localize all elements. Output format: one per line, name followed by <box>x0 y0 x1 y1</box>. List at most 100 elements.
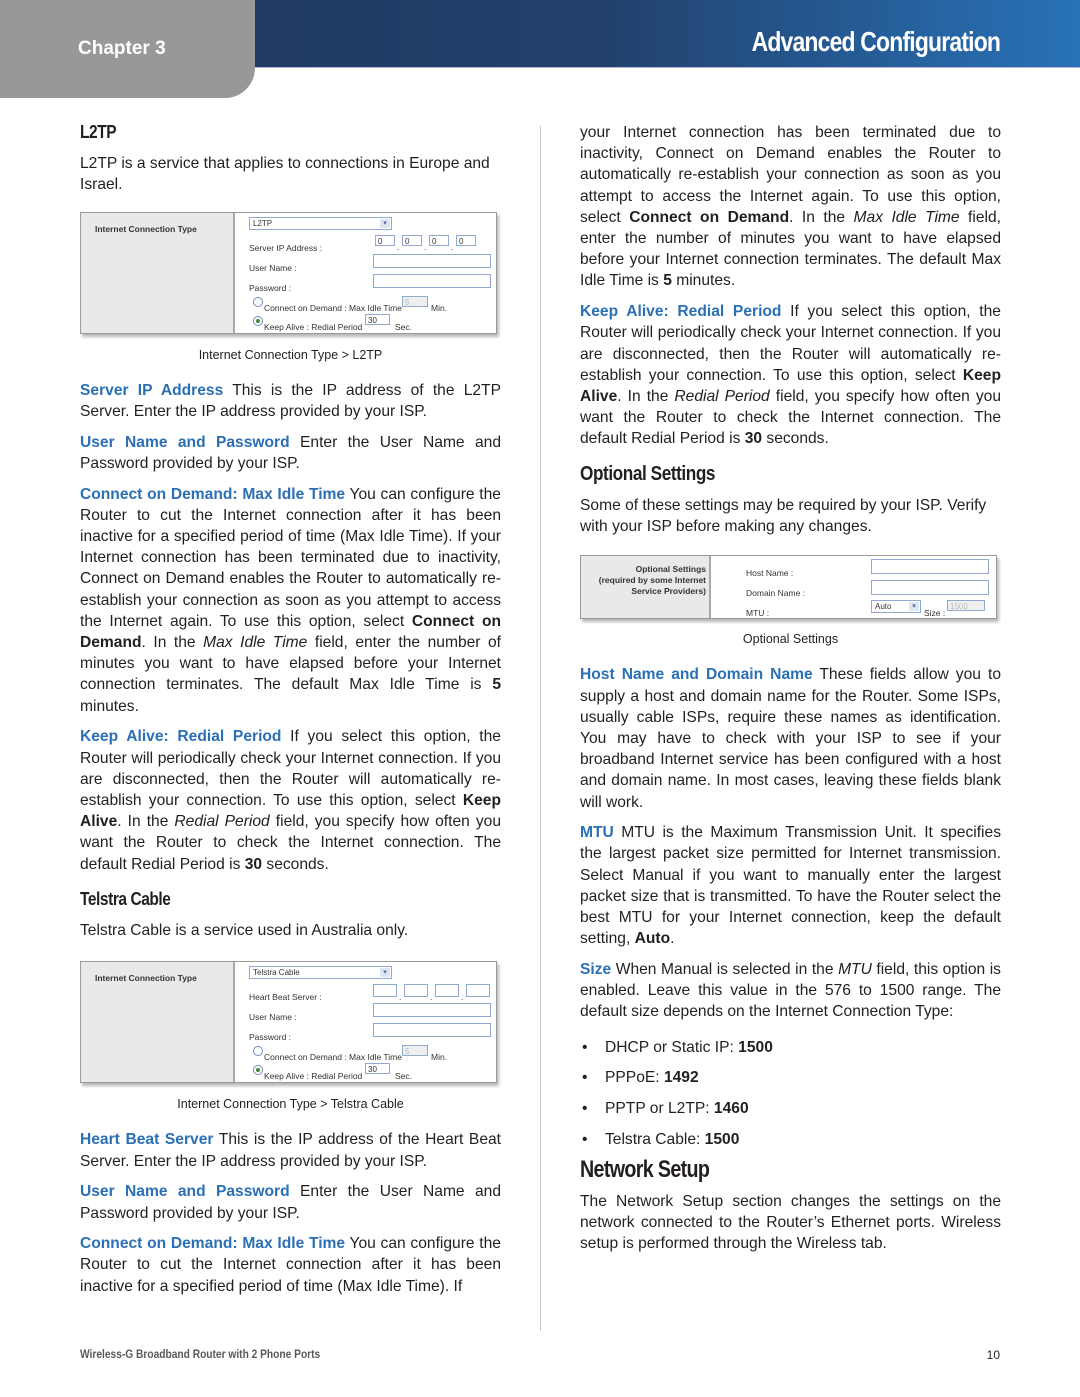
term: Host Name and Domain Name <box>580 666 813 684</box>
list-item: PPTP or L2TP: 1460 <box>580 1098 1001 1119</box>
text: MTU is the Maximum Transmission Unit. It… <box>580 824 1001 948</box>
term: User Name and Password <box>80 1183 290 1201</box>
text: PPTP or L2TP: <box>605 1100 714 1118</box>
list-item: DHCP or Static IP: 1500 <box>580 1037 1001 1058</box>
term: Server IP Address <box>80 381 224 399</box>
ip-octet-4[interactable] <box>466 984 490 998</box>
term: Keep Alive: Redial Period <box>580 303 782 321</box>
radio-connect-on-demand[interactable] <box>253 296 263 307</box>
section-label: Internet Connection Type <box>95 973 197 984</box>
italic-text: Redial Period <box>174 813 270 831</box>
select-value: L2TP <box>253 218 273 228</box>
section-heading-l2tp: L2TP <box>80 122 117 142</box>
chevron-down-icon: ▾ <box>380 218 390 228</box>
right-column: your Internet connection has been termin… <box>580 122 1001 1264</box>
section-label: Internet Connection Type <box>95 223 197 234</box>
ip-octet-2[interactable] <box>404 984 428 998</box>
password-input[interactable] <box>373 273 491 288</box>
keep-alive-label: Keep Alive : Redial Period <box>264 1071 363 1082</box>
term: Keep Alive: Redial Period <box>80 728 282 746</box>
mtu-size-list: DHCP or Static IP: 1500 PPPoE: 1492 PPTP… <box>580 1037 1001 1151</box>
select-value: Auto <box>875 602 892 612</box>
paragraph-user-name: User Name and Password Enter the User Na… <box>80 1181 501 1223</box>
heart-beat-server-label: Heart Beat Server : <box>249 992 322 1003</box>
bold-text: 1492 <box>663 1069 699 1087</box>
screenshot-l2tp: Internet Connection Type L2TP ▾ Server I… <box>80 211 497 334</box>
section-label: Service Providers) <box>631 586 706 597</box>
ip-octet-4[interactable]: 0 <box>456 234 476 246</box>
password-label: Password : <box>249 282 292 293</box>
radio-connect-on-demand[interactable] <box>253 1046 263 1057</box>
paragraph-heart-beat: Heart Beat Server This is the IP address… <box>80 1129 501 1171</box>
sec-unit: Sec. <box>395 1071 413 1082</box>
bold-text: 30 <box>744 430 763 448</box>
text: . In the <box>141 634 204 652</box>
bold-text: 1460 <box>713 1100 749 1118</box>
bold-text: 1500 <box>738 1038 773 1056</box>
section-heading-network-setup: Network Setup <box>580 1156 710 1184</box>
connection-type-select[interactable]: Telstra Cable ▾ <box>249 966 392 980</box>
password-input[interactable] <box>373 1023 491 1038</box>
redial-period-input[interactable]: 30 <box>365 1063 390 1075</box>
text: minutes. <box>671 272 736 290</box>
ip-octet-2[interactable]: 0 <box>402 234 422 246</box>
l2tp-intro: L2TP is a service that applies to connec… <box>80 155 490 194</box>
text: These fields allow you to supply a host … <box>580 666 1001 811</box>
left-column: L2TP L2TP is a service that applies to c… <box>80 122 501 1306</box>
text: . In the <box>117 813 175 831</box>
screenshot-telstra: Internet Connection Type Telstra Cable ▾… <box>80 961 497 1084</box>
ip-octet-1[interactable]: 0 <box>375 234 395 246</box>
max-idle-time-input[interactable]: 5 <box>402 295 428 307</box>
ip-octet-3[interactable] <box>435 984 459 998</box>
figure-caption: Internet Connection Type > Telstra Cable <box>177 1097 404 1112</box>
paragraph-mtu: MTU MTU is the Maximum Transmission Unit… <box>580 822 1001 949</box>
optional-intro: Some of these settings may be required b… <box>580 496 987 535</box>
text: Telstra Cable: <box>605 1130 705 1148</box>
column-divider <box>540 126 541 1331</box>
text: You can configure the Router to cut the … <box>80 485 501 630</box>
user-name-input[interactable] <box>373 253 491 268</box>
server-ip-label: Server IP Address : <box>249 242 323 253</box>
bold-text: 1500 <box>704 1130 740 1148</box>
user-name-label: User Name : <box>249 1012 297 1023</box>
text: When Manual is selected in the <box>611 961 839 978</box>
paragraph-host-name: Host Name and Domain Name These fields a… <box>580 664 1001 812</box>
chapter-label: Chapter 3 <box>78 38 166 59</box>
ip-octet-1[interactable] <box>373 984 397 998</box>
min-unit: Min. <box>431 302 448 313</box>
italic-text: Redial Period <box>674 387 770 405</box>
screenshot-optional-settings: Optional Settings (required by some Inte… <box>580 555 997 620</box>
term: MTU <box>580 824 614 842</box>
telstra-intro: Telstra Cable is a service used in Austr… <box>80 921 409 939</box>
section-heading-optional-settings: Optional Settings <box>580 462 716 485</box>
host-name-input[interactable] <box>871 559 989 575</box>
chevron-down-icon: ▾ <box>909 602 919 612</box>
domain-name-input[interactable] <box>871 580 989 596</box>
domain-name-label: Domain Name : <box>746 588 806 599</box>
paragraph-connect-on-demand: Connect on Demand: Max Idle Time You can… <box>80 1233 501 1297</box>
max-idle-time-input[interactable]: 5 <box>402 1045 428 1057</box>
mtu-select[interactable]: Auto ▾ <box>871 600 921 614</box>
paragraph-continued: your Internet connection has been termin… <box>580 122 1001 292</box>
keep-alive-label: Keep Alive : Redial Period <box>264 321 363 332</box>
ip-octet-3[interactable]: 0 <box>429 234 449 246</box>
radio-keep-alive[interactable] <box>253 1065 263 1076</box>
size-input[interactable]: 1500 <box>947 600 985 612</box>
figure-caption: Internet Connection Type > L2TP <box>198 347 383 362</box>
user-name-label: User Name : <box>249 262 297 273</box>
text: minutes. <box>80 697 139 715</box>
bold-text: Auto <box>634 930 671 948</box>
paragraph-keep-alive: Keep Alive: Redial Period If you select … <box>580 301 1001 449</box>
radio-keep-alive[interactable] <box>253 315 263 326</box>
user-name-input[interactable] <box>373 1003 491 1018</box>
page-title: Advanced Configuration <box>751 26 1000 57</box>
connection-type-select[interactable]: L2TP ▾ <box>249 216 392 230</box>
text: seconds. <box>262 855 329 873</box>
redial-period-input[interactable]: 30 <box>365 313 390 325</box>
paragraph-user-name: User Name and Password Enter the User Na… <box>80 432 501 474</box>
text: PPPoE: <box>605 1069 664 1087</box>
chapter-tab: Chapter 3 <box>0 0 255 98</box>
text: . <box>670 930 675 948</box>
term: Size <box>580 961 612 978</box>
term: Heart Beat Server <box>80 1131 214 1149</box>
